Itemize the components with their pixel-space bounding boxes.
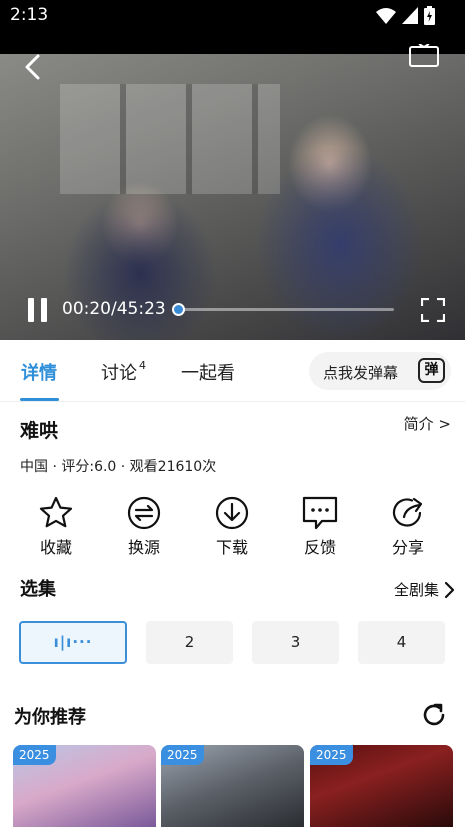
playback-time: 00:20/45:23	[62, 299, 166, 319]
progress-bar[interactable]	[171, 303, 394, 316]
show-title: 难哄	[20, 420, 59, 442]
fullscreen-icon	[420, 297, 446, 323]
pause-button[interactable]	[28, 298, 48, 322]
status-time: 2:13	[10, 5, 49, 25]
all-episodes-label: 全剧集	[393, 581, 439, 599]
episodes-title: 选集	[20, 579, 56, 600]
episode-3-label: 3	[290, 633, 301, 651]
active-tab-indicator	[20, 398, 59, 401]
danmaku-icon[interactable]: 弹	[418, 358, 445, 383]
episode-1-playing[interactable]: ı|ı···	[19, 621, 127, 664]
share-button[interactable]: 分享	[373, 495, 443, 558]
episode-2[interactable]: 2	[146, 621, 233, 664]
share-icon	[392, 497, 423, 527]
episode-2-label: 2	[184, 633, 195, 651]
star-icon	[39, 496, 73, 528]
all-episodes-link[interactable]: 全剧集	[394, 579, 455, 600]
detail-tabs: 详情 讨论 4 一起看 点我发弹幕 弹	[0, 340, 465, 402]
download-icon	[215, 496, 249, 530]
year-badge: 2025	[13, 745, 56, 765]
download-label: 下载	[215, 538, 248, 557]
back-button[interactable]	[18, 52, 48, 82]
episode-4[interactable]: 4	[358, 621, 445, 664]
switch-source-icon	[127, 496, 161, 530]
year-badge: 2025	[161, 745, 204, 765]
status-bar: 2:13	[0, 0, 465, 32]
year-badge: 2025	[310, 745, 353, 765]
switch-source-button[interactable]: 换源	[109, 495, 179, 558]
wifi-icon	[376, 7, 396, 24]
chevron-right-icon	[444, 581, 455, 598]
action-bar: 收藏 换源 下载 反馈 分享	[0, 495, 465, 563]
share-label: 分享	[391, 538, 424, 557]
recommend-card-1[interactable]: 2025	[13, 745, 156, 827]
player-controls: 00:20/45:23	[0, 288, 465, 328]
playing-indicator: ı|ı···	[53, 633, 93, 651]
danmaku-label: 点我发弹幕	[323, 364, 399, 382]
feedback-label: 反馈	[303, 538, 336, 557]
battery-icon	[424, 6, 435, 25]
feedback-icon	[302, 496, 338, 530]
download-button[interactable]: 下载	[197, 495, 267, 558]
pause-bar-right	[41, 298, 47, 322]
tab-discussion-badge: 4	[139, 359, 146, 372]
danmaku-input-button[interactable]: 点我发弹幕 弹	[309, 352, 451, 390]
tab-discussion-label: 讨论	[101, 363, 137, 384]
video-background-window	[60, 84, 280, 194]
tv-icon	[409, 43, 439, 67]
video-player[interactable]: 00:20/45:23	[0, 32, 465, 340]
tab-discussion[interactable]: 讨论 4	[101, 359, 146, 385]
favorite-button[interactable]: 收藏	[21, 495, 91, 558]
recommend-card-2[interactable]: 2025	[161, 745, 304, 827]
fullscreen-button[interactable]	[420, 297, 446, 323]
feedback-button[interactable]: 反馈	[285, 495, 355, 558]
tab-watch-together[interactable]: 一起看	[181, 359, 235, 385]
recommend-card-3[interactable]: 2025	[310, 745, 453, 827]
recommend-title: 为你推荐	[14, 707, 86, 728]
switch-source-label: 换源	[127, 538, 160, 557]
episode-3[interactable]: 3	[252, 621, 339, 664]
favorite-label: 收藏	[39, 538, 72, 557]
tv-cast-button[interactable]	[409, 43, 439, 68]
episode-4-label: 4	[396, 633, 407, 651]
signal-icon	[402, 6, 418, 24]
refresh-icon	[423, 703, 445, 726]
intro-link[interactable]: 简介 >	[404, 413, 451, 434]
show-meta: 中国 · 评分:6.0 · 观看21610次	[20, 459, 217, 475]
tab-watch-together-label: 一起看	[181, 363, 235, 384]
progress-knob[interactable]	[171, 303, 185, 316]
tab-details-label: 详情	[21, 363, 57, 384]
pause-bar-left	[28, 298, 34, 322]
refresh-button[interactable]	[421, 702, 447, 728]
status-icons	[376, 6, 435, 25]
back-arrow-icon	[25, 54, 40, 80]
tab-details[interactable]: 详情	[21, 359, 57, 385]
